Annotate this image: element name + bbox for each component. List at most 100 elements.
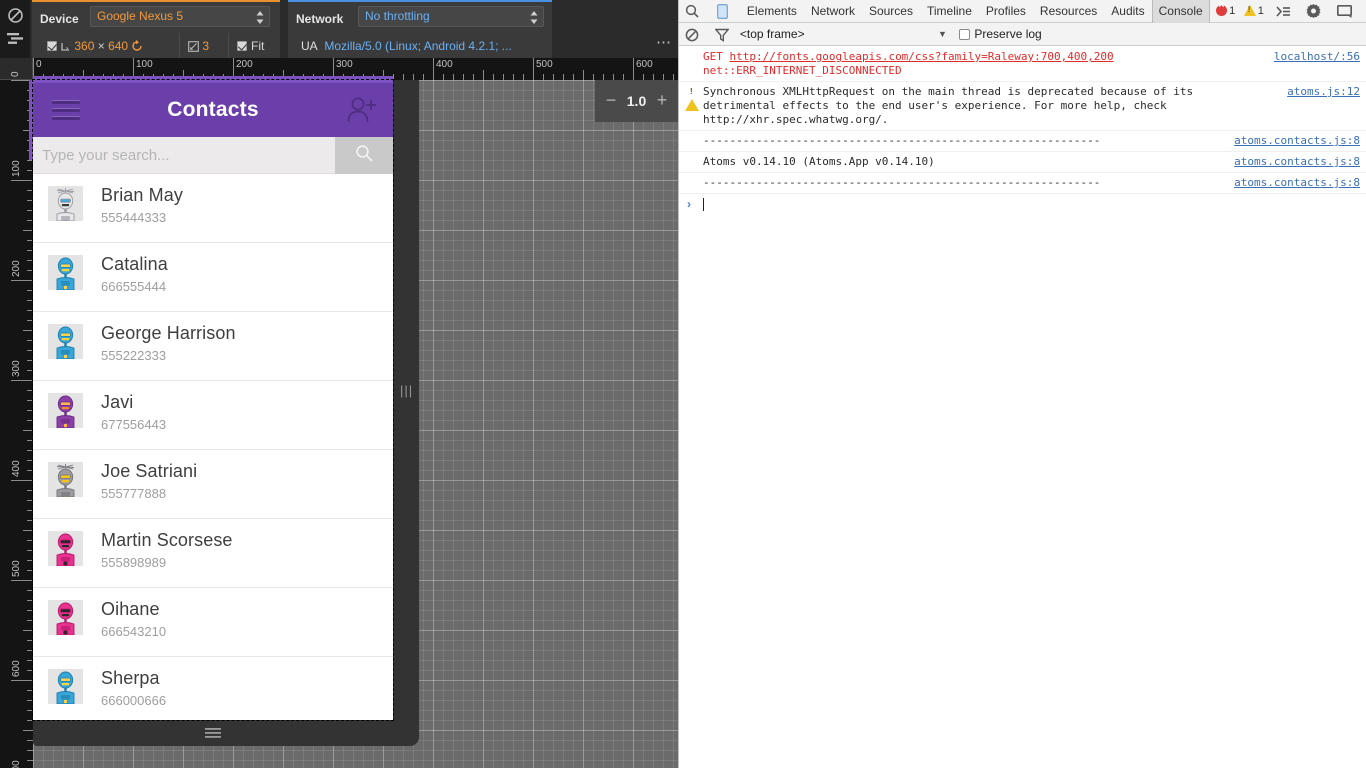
device-dimensions-cell[interactable]: 360 × 640 [40, 33, 180, 59]
tab-profiles[interactable]: Profiles [979, 0, 1033, 23]
user-agent-cell[interactable]: UA Mozilla/5.0 (Linux; Android 4.2.1; ..… [294, 33, 544, 59]
search-button[interactable] [335, 137, 393, 174]
app-header: Contacts [33, 80, 393, 137]
zoom-out-button[interactable]: − [601, 90, 621, 110]
network-conditions-icon[interactable] [7, 32, 24, 49]
clear-console-icon[interactable] [679, 23, 705, 46]
ruler-corner: 0 [0, 58, 33, 80]
zoom-in-button[interactable]: + [652, 90, 672, 110]
console-message-list[interactable]: GET http://fonts.googleapis.com/css?fami… [679, 47, 1366, 768]
console-message-link[interactable]: http://fonts.googleapis.com/css?family=R… [730, 50, 1114, 63]
console-message-text: ----------------------------------------… [703, 176, 1101, 189]
tab-network[interactable]: Network [804, 0, 862, 23]
tab-timeline[interactable]: Timeline [920, 0, 979, 23]
console-message-source[interactable]: atoms.contacts.js:8 [1234, 176, 1360, 189]
console-prompt[interactable]: › [679, 194, 1366, 216]
tab-resources[interactable]: Resources [1033, 0, 1104, 23]
ruler-label: 200 [236, 59, 253, 70]
fit-to-window-cell[interactable]: Fit [230, 33, 280, 59]
preserve-log-toggle[interactable]: Preserve log [959, 23, 1042, 46]
horizontal-ruler: 0 100 200 300 400 500 600 [33, 58, 678, 80]
console-message-source[interactable]: localhost/:56 [1274, 50, 1360, 63]
contact-list-item[interactable]: George Harrison 555222333 [33, 312, 393, 381]
dock-side-icon[interactable] [1331, 0, 1357, 23]
contact-name: Brian May [101, 185, 183, 205]
console-message-text: Atoms v0.14.10 (Atoms.App v0.14.10) [703, 155, 935, 168]
contact-phone: 555777888 [101, 486, 167, 501]
zoom-control: 1.0 − + [595, 80, 678, 122]
add-user-icon[interactable] [345, 95, 377, 125]
console-message-source[interactable]: atoms.js:12 [1287, 85, 1360, 98]
contact-list-item[interactable]: Brian May 555444333 [33, 174, 393, 243]
resize-grip-icon [205, 726, 221, 740]
user-agent-label: UA [301, 39, 318, 53]
tab-elements[interactable]: Elements [740, 0, 804, 23]
warning-badge[interactable]: 1 [1242, 0, 1266, 23]
contact-list-item[interactable]: Sherpa 666000666 [33, 657, 393, 720]
warning-icon [1243, 5, 1256, 16]
ruler-tick [633, 58, 634, 80]
fit-checkbox[interactable] [237, 41, 247, 51]
device-emulation-pane: Device Google Nexus 5 360 × 640 3 Fit Ne… [0, 0, 678, 768]
vertical-ruler: 100 200 300 400 500 600 700 [0, 80, 33, 768]
no-override-icon[interactable] [7, 7, 24, 24]
device-height-value[interactable]: 640 [108, 39, 128, 53]
tab-sources[interactable]: Sources [862, 0, 920, 23]
ruler-tick [23, 430, 33, 431]
device-pixel-ratio-cell[interactable]: 3 [181, 33, 229, 59]
device-viewport: ||| Contacts Type your search... Brian M… [32, 79, 419, 746]
console-message: ----------------------------------------… [679, 131, 1366, 152]
device-pixel-ratio-value[interactable]: 3 [202, 39, 209, 53]
contact-name: Oihane [101, 599, 160, 619]
contact-list-item[interactable]: Martin Scorsese 555898989 [33, 519, 393, 588]
network-throttling-select[interactable]: No throttling [358, 6, 544, 27]
ruler-label: 200 [11, 260, 22, 277]
contact-phone: 666000666 [101, 693, 167, 708]
resize-handle-bottom[interactable] [33, 720, 419, 746]
more-options-icon[interactable]: ⋯ [656, 35, 672, 50]
execution-context-select[interactable]: <top frame> ▼ [740, 23, 955, 46]
console-message-source[interactable]: atoms.contacts.js:8 [1234, 134, 1360, 147]
console-message-text: ----------------------------------------… [703, 134, 1101, 147]
resize-handle-right[interactable]: ||| [393, 80, 419, 720]
close-icon[interactable]: × [1362, 0, 1366, 23]
ruler-label: 600 [636, 59, 653, 70]
warning-icon [685, 86, 699, 111]
ruler-tick [23, 630, 33, 631]
ruler-tick [583, 70, 584, 80]
contact-phone: 666543210 [101, 624, 167, 639]
contact-phone: 677556443 [101, 417, 167, 432]
contact-list-item[interactable]: Catalina 666555444 [33, 243, 393, 312]
contact-name: Javi [101, 392, 134, 412]
device-width-value[interactable]: 360 [74, 39, 94, 53]
preserve-log-checkbox[interactable] [959, 29, 971, 40]
devtools-tabbar: Elements Network Sources Timeline Profiles Re… [679, 0, 1366, 23]
device-select[interactable]: Google Nexus 5 [90, 6, 270, 27]
error-icon [1216, 0, 1228, 16]
console-message-text: Synchronous XMLHttpRequest on the main t… [703, 85, 1200, 126]
contact-list-item[interactable]: Oihane 666543210 [33, 588, 393, 657]
contact-name: Joe Satriani [101, 461, 198, 481]
ruler-label: 0 [36, 59, 42, 70]
network-label: Network [296, 12, 344, 26]
contact-list-item[interactable]: Javi 677556443 [33, 381, 393, 450]
rendered-page: Contacts Type your search... Brian May 5… [33, 80, 393, 720]
ruler-label: 700 [11, 760, 22, 768]
contact-list-item[interactable]: Joe Satriani 555777888 [33, 450, 393, 519]
inspect-element-icon[interactable] [679, 0, 705, 23]
filter-icon[interactable] [709, 23, 735, 46]
devtools-window: Device Google Nexus 5 360 × 640 3 Fit Ne… [0, 0, 1366, 768]
scale-checkbox[interactable] [47, 41, 57, 51]
tab-console[interactable]: Console [1151, 0, 1210, 23]
device-toolbar-icon[interactable] [709, 0, 735, 23]
settings-gear-icon[interactable] [1301, 0, 1327, 23]
search-input[interactable] [33, 137, 335, 174]
console-message-body: GET http://fonts.googleapis.com/css?fami… [703, 50, 1366, 78]
device-settings-group: Device Google Nexus 5 360 × 640 3 Fit [32, 0, 280, 59]
preserve-log-label: Preserve log [974, 27, 1042, 41]
tab-audits[interactable]: Audits [1104, 0, 1151, 23]
console-message-source[interactable]: atoms.contacts.js:8 [1234, 155, 1360, 168]
error-badge[interactable]: 1 [1214, 0, 1237, 23]
drawer-toggle-icon[interactable] [1270, 0, 1296, 23]
console-filter-bar: <top frame> ▼ Preserve log [679, 23, 1366, 46]
